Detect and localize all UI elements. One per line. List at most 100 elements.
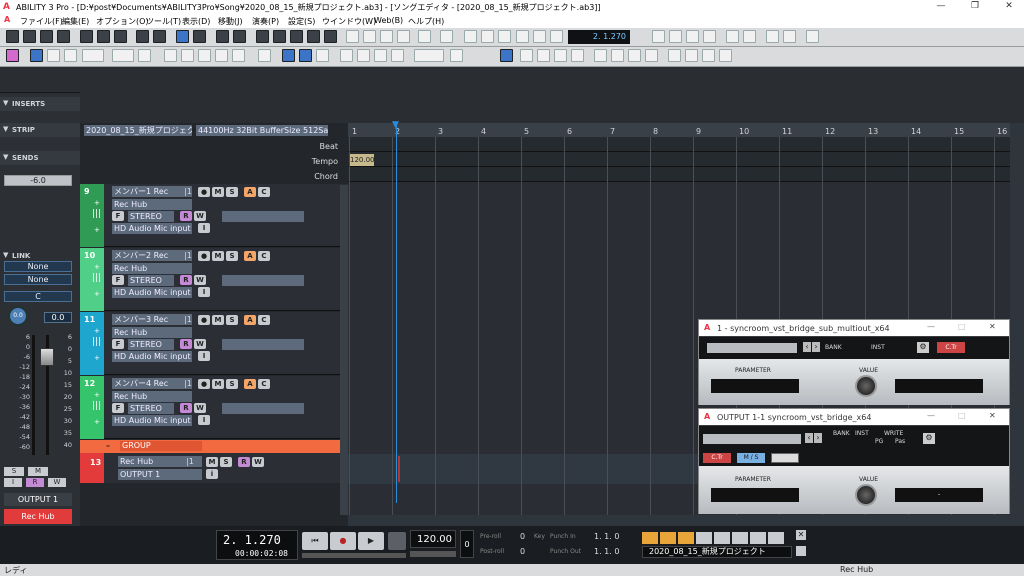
solo-button[interactable]: S [226, 315, 238, 325]
stereo-select[interactable]: STEREO [128, 339, 174, 350]
tool-h-icon[interactable] [645, 49, 658, 62]
add-icon[interactable]: + [94, 354, 100, 362]
info-icon[interactable]: i [206, 469, 218, 479]
stereo-select[interactable]: STEREO [128, 403, 174, 414]
insert-icon[interactable] [232, 49, 245, 62]
menu-edit[interactable]: 編集(E) [62, 16, 89, 27]
loop-icon[interactable] [678, 532, 694, 544]
mute-button[interactable]: M [212, 251, 224, 261]
tempo-event[interactable]: 120.00 [350, 154, 375, 166]
record-button[interactable]: ● [330, 532, 356, 550]
auto-stop-icon[interactable] [642, 532, 658, 544]
forward-icon[interactable] [550, 30, 563, 43]
rec-hub-field[interactable]: Rec Hub [112, 391, 192, 402]
rec-hub-field[interactable]: Rec Hub [112, 263, 192, 274]
vertical-scrollbar[interactable] [1010, 123, 1024, 526]
save-icon[interactable] [40, 30, 53, 43]
minimize-icon[interactable]: — [930, 1, 952, 13]
arrow-icon[interactable] [47, 49, 60, 62]
send-level[interactable]: -6.0 [4, 175, 72, 186]
add-icon[interactable]: + [94, 327, 100, 335]
window-icon[interactable] [806, 30, 819, 43]
route-icon[interactable] [771, 453, 799, 463]
rec-hub-field[interactable]: Rec Hub [112, 327, 192, 338]
snap-icon[interactable] [669, 30, 682, 43]
maximize-icon[interactable]: □ [958, 322, 966, 331]
menu-settings[interactable]: 設定(S) [288, 16, 315, 27]
ctr-button[interactable]: C.Tr [937, 342, 965, 353]
menu-play[interactable]: 演奏(P) [252, 16, 279, 27]
inserts-header[interactable]: ▼ INSERTS [0, 97, 80, 111]
track-10[interactable]: 10 + ||| + メンバー2 Rec |1 ● M S A C Rec Hu… [80, 248, 348, 311]
layout-icon[interactable] [766, 30, 779, 43]
track-name[interactable]: メンバー2 Rec [112, 250, 192, 261]
record-arm-button[interactable]: ● [198, 379, 210, 389]
track-param-field[interactable] [222, 403, 304, 414]
write-button[interactable]: W [194, 403, 206, 413]
pan-display[interactable]: C [4, 291, 72, 302]
punch-out-value[interactable]: 1. 1. 0 [594, 547, 619, 556]
collapse-icon[interactable]: – [106, 441, 110, 450]
view2-icon[interactable] [299, 49, 312, 62]
tool-c-icon[interactable] [554, 49, 567, 62]
play-icon[interactable] [498, 30, 511, 43]
record-arm-button[interactable]: ● [198, 315, 210, 325]
add-icon[interactable]: + [94, 199, 100, 207]
read-button[interactable]: R [180, 275, 192, 285]
read-button[interactable]: R [238, 457, 250, 467]
keyboard-icon[interactable] [743, 30, 756, 43]
preroll-value[interactable]: 0 [520, 532, 525, 541]
output-select[interactable]: OUTPUT 1 [118, 469, 202, 480]
gate-icon[interactable] [391, 49, 404, 62]
track-12[interactable]: 12 + ||| + メンバー4 Rec |1 ● M S A C Rec Hu… [80, 376, 348, 439]
track-name[interactable]: メンバー1 Rec [112, 186, 192, 197]
undo-history-icon[interactable] [114, 30, 127, 43]
panel-icon[interactable] [768, 532, 784, 544]
loop-icon[interactable] [418, 30, 431, 43]
tempo-display[interactable]: 120.00 [410, 530, 456, 548]
value-knob[interactable] [855, 484, 877, 506]
rewind-icon[interactable] [481, 30, 494, 43]
read-button[interactable]: R [180, 211, 192, 221]
sends-header[interactable]: ▼ SENDS [0, 151, 80, 165]
note-length-select[interactable] [414, 49, 444, 62]
rewind-button[interactable]: ⏮ [302, 532, 328, 550]
chord-button[interactable]: C [258, 379, 270, 389]
solo-button[interactable]: S [226, 187, 238, 197]
zoom-icon[interactable] [316, 49, 329, 62]
prev-icon[interactable]: ‹ [805, 433, 813, 443]
track-name[interactable]: メンバー4 Rec [112, 378, 192, 389]
solo-button[interactable]: S [4, 467, 24, 476]
glue-icon[interactable] [380, 30, 393, 43]
effects-icon[interactable] [290, 30, 303, 43]
stereo-select[interactable]: STEREO [128, 211, 174, 222]
loop-range-icon[interactable] [660, 532, 676, 544]
export-icon[interactable] [97, 30, 110, 43]
track-name[interactable]: メンバー3 Rec [112, 314, 192, 325]
menu-move[interactable]: 移動(J) [218, 16, 243, 27]
record-arm-button[interactable]: ● [198, 187, 210, 197]
next-icon[interactable]: › [814, 433, 822, 443]
freeze-button[interactable]: F [112, 275, 124, 285]
input-button[interactable]: I [4, 478, 22, 487]
cut-icon[interactable] [164, 49, 177, 62]
tool-k-icon[interactable] [702, 49, 715, 62]
menu-window[interactable]: ウインドウ(W) [322, 16, 376, 27]
split-icon[interactable] [258, 49, 271, 62]
tool-e-icon[interactable] [594, 49, 607, 62]
menu-view[interactable]: 表示(D) [182, 16, 210, 27]
plugin-window-2[interactable]: A OUTPUT 1-1 syncroom_vst_bridge_x64 — □… [698, 408, 1010, 514]
monitor-icon[interactable] [652, 30, 665, 43]
link-select-b[interactable]: None [4, 274, 72, 285]
track-height-icon[interactable] [500, 49, 513, 62]
prev-icon[interactable]: ‹ [803, 342, 811, 352]
new-icon[interactable] [6, 30, 19, 43]
menu-tools[interactable]: ツール(T) [146, 16, 181, 27]
preset-field[interactable] [703, 434, 801, 444]
quantize-icon[interactable] [686, 30, 699, 43]
play-button[interactable]: ▶ [358, 532, 384, 550]
info-button[interactable]: I [198, 415, 210, 425]
display-icon[interactable] [750, 532, 766, 544]
note-icon-2[interactable] [450, 49, 463, 62]
playhead-marker-icon[interactable]: ▼ [392, 120, 399, 130]
